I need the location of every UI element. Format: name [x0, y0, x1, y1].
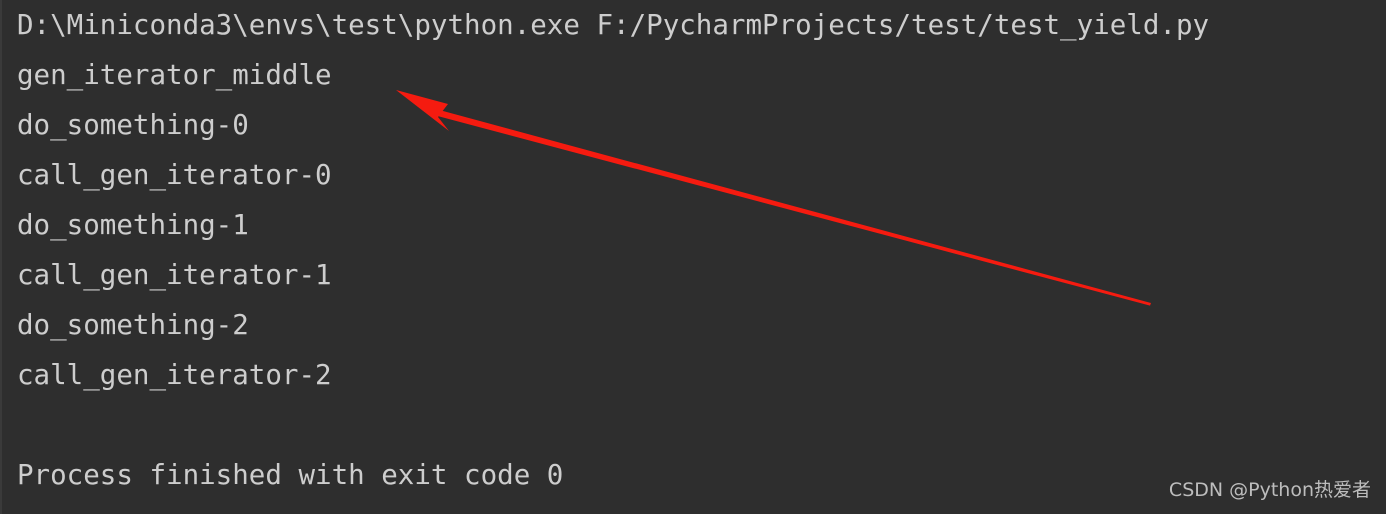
- console-output-line: call_gen_iterator-0: [17, 159, 332, 191]
- console-output-line: do_something-2: [17, 309, 249, 341]
- csdn-watermark: CSDN @Python热爱者: [1168, 479, 1371, 501]
- console-output-line: do_something-1: [17, 209, 249, 241]
- console-output-line: call_gen_iterator-1: [17, 259, 332, 291]
- console-output-line: gen_iterator_middle: [17, 59, 332, 91]
- console-output-line: do_something-0: [17, 109, 249, 141]
- pycharm-run-console: D:\Miniconda3\envs\test\python.exe F:/Py…: [0, 0, 1386, 514]
- console-command-line: D:\Miniconda3\envs\test\python.exe F:/Py…: [17, 9, 1210, 41]
- console-left-edge: [0, 0, 2, 514]
- console-output-line: call_gen_iterator-2: [17, 359, 332, 391]
- console-output-area[interactable]: D:\Miniconda3\envs\test\python.exe F:/Py…: [17, 0, 1386, 500]
